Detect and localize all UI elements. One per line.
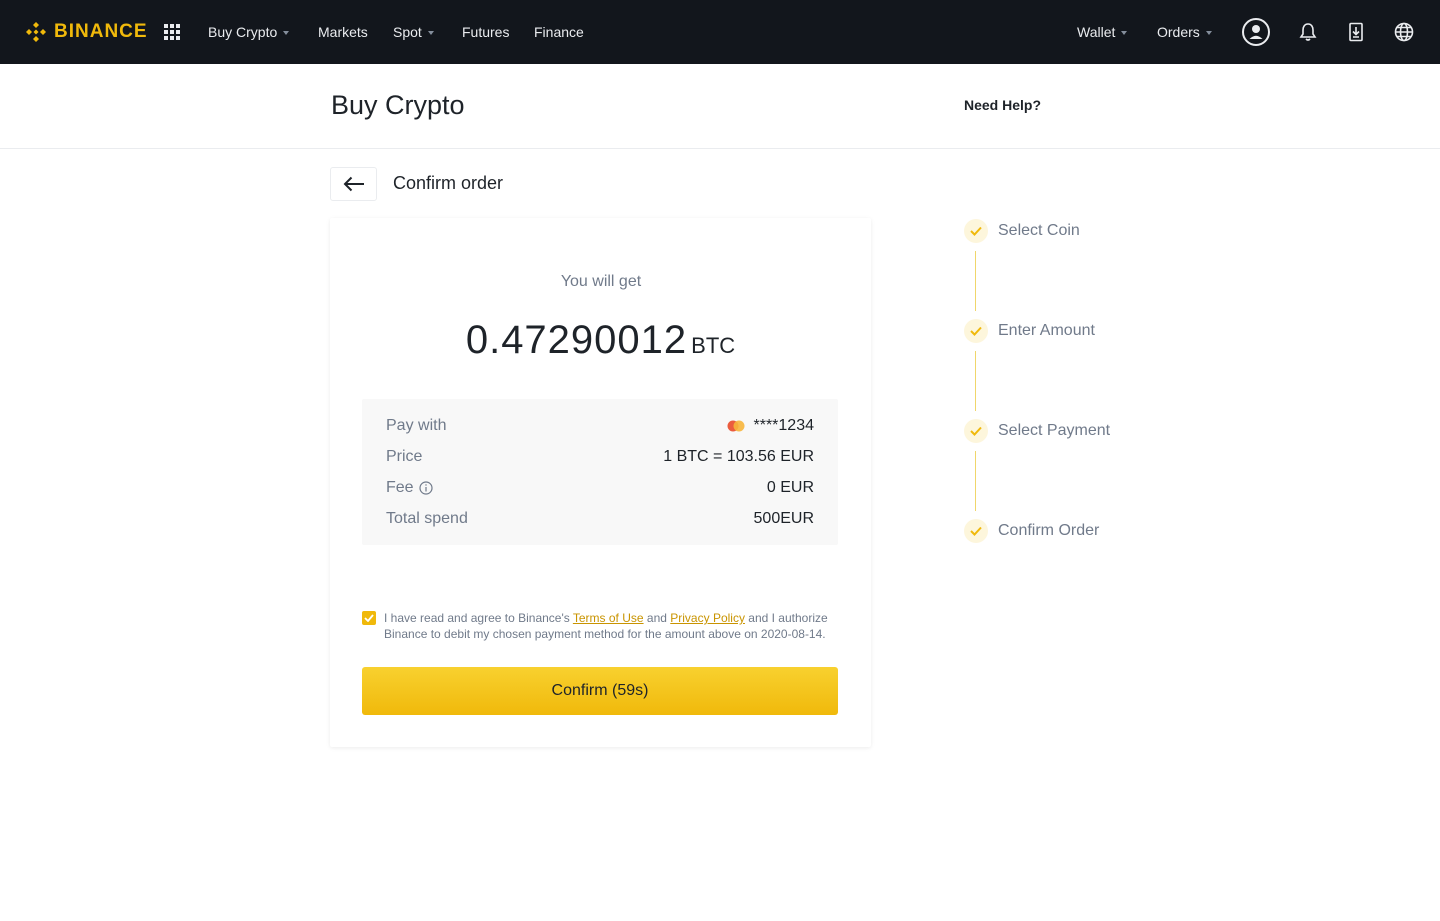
binance-logo-icon — [26, 22, 46, 42]
privacy-policy-link[interactable]: Privacy Policy — [670, 611, 745, 625]
confirm-order-heading: Confirm order — [393, 173, 504, 193]
detail-value: 1 BTC = 103.56 EUR — [663, 448, 814, 465]
caret-down-icon — [1121, 30, 1128, 35]
step-check-icon — [964, 519, 988, 543]
terms-of-use-link[interactable]: Terms of Use — [573, 611, 644, 625]
arrow-left-icon — [343, 176, 364, 192]
detail-value: 0 EUR — [766, 479, 814, 496]
order-details-panel: Pay with ****1234 Price 1 BTC = 103.56 E… — [362, 399, 838, 545]
check-icon — [364, 614, 374, 622]
nav-orders[interactable]: Orders — [1157, 22, 1212, 42]
amount-value: 0.47290012 — [465, 318, 688, 362]
need-help-link[interactable]: Need Help? — [964, 97, 1041, 113]
info-icon[interactable] — [418, 481, 433, 495]
step-select-coin: Select Coin — [964, 219, 1080, 243]
nav-spot-label: Spot — [393, 24, 422, 40]
step-connector — [975, 351, 976, 411]
nav-markets[interactable]: Markets — [318, 22, 368, 42]
binance-logo[interactable]: BINANCE — [24, 20, 148, 44]
nav-buy-crypto[interactable]: Buy Crypto — [208, 22, 290, 42]
nav-finance[interactable]: Finance — [534, 22, 584, 42]
nav-orders-label: Orders — [1157, 24, 1200, 40]
nav-futures[interactable]: Futures — [462, 22, 509, 42]
bell-icon[interactable] — [1292, 16, 1324, 48]
step-select-payment: Select Payment — [964, 419, 1110, 443]
step-label: Confirm Order — [998, 522, 1100, 539]
nav-spot[interactable]: Spot — [393, 22, 434, 42]
confirm-button[interactable]: Confirm (59s) — [362, 667, 838, 715]
terms-agreement: I have read and agree to Binance's Terms… — [362, 610, 842, 642]
detail-label: Total spend — [386, 510, 468, 527]
agreement-text: I have read and agree to Binance's Terms… — [384, 610, 842, 642]
globe-icon[interactable] — [1388, 16, 1420, 48]
detail-row-total-spend: Total spend 500EUR — [386, 508, 814, 530]
nav-futures-label: Futures — [462, 24, 510, 40]
step-label: Enter Amount — [998, 322, 1095, 339]
nav-buy-crypto-label: Buy Crypto — [208, 24, 278, 40]
step-label: Select Coin — [998, 222, 1080, 239]
detail-label-fee: Fee — [386, 479, 433, 497]
detail-label: Fee — [386, 479, 414, 496]
detail-row-pay-with: Pay with ****1234 — [386, 415, 814, 437]
receive-amount: 0.47290012 BTC — [330, 318, 871, 363]
detail-row-price: Price 1 BTC = 103.56 EUR — [386, 446, 814, 468]
nav-markets-label: Markets — [318, 24, 368, 40]
step-check-icon — [964, 219, 988, 243]
nav-wallet[interactable]: Wallet — [1077, 22, 1128, 42]
step-confirm-order: Confirm Order — [964, 519, 1099, 543]
page-header — [0, 64, 1440, 149]
top-navigation-bar: BINANCE Buy Crypto Markets Spot Futures … — [0, 0, 1440, 64]
detail-row-fee: Fee 0 EUR — [386, 477, 814, 499]
step-check-icon — [964, 319, 988, 343]
detail-label: Pay with — [386, 417, 447, 434]
amount-unit: BTC — [691, 333, 736, 358]
detail-value: ****1234 — [726, 417, 815, 435]
download-icon[interactable] — [1340, 16, 1372, 48]
you-will-get-label: You will get — [560, 273, 642, 290]
step-enter-amount: Enter Amount — [964, 319, 1095, 343]
step-connector — [975, 251, 976, 311]
caret-down-icon — [283, 30, 290, 35]
step-label: Select Payment — [998, 422, 1111, 439]
brand-name: BINANCE — [54, 21, 148, 42]
agree-checkbox[interactable] — [362, 611, 376, 625]
step-connector — [975, 451, 976, 511]
detail-value: 500EUR — [753, 510, 814, 527]
user-icon[interactable] — [1240, 16, 1272, 48]
caret-down-icon — [427, 30, 434, 35]
back-button[interactable] — [330, 167, 377, 201]
nav-finance-label: Finance — [534, 24, 584, 40]
detail-label: Price — [386, 448, 423, 465]
card-number: ****1234 — [753, 417, 815, 434]
agreement-text-part: I have read and agree to Binance's — [384, 611, 573, 625]
caret-down-icon — [1205, 30, 1212, 35]
step-check-icon — [964, 419, 988, 443]
nav-wallet-label: Wallet — [1077, 24, 1116, 40]
apps-grid-icon[interactable] — [164, 24, 180, 40]
page-title: Buy Crypto — [331, 90, 465, 120]
agreement-text-part: and — [643, 611, 671, 625]
mastercard-icon — [727, 420, 744, 432]
